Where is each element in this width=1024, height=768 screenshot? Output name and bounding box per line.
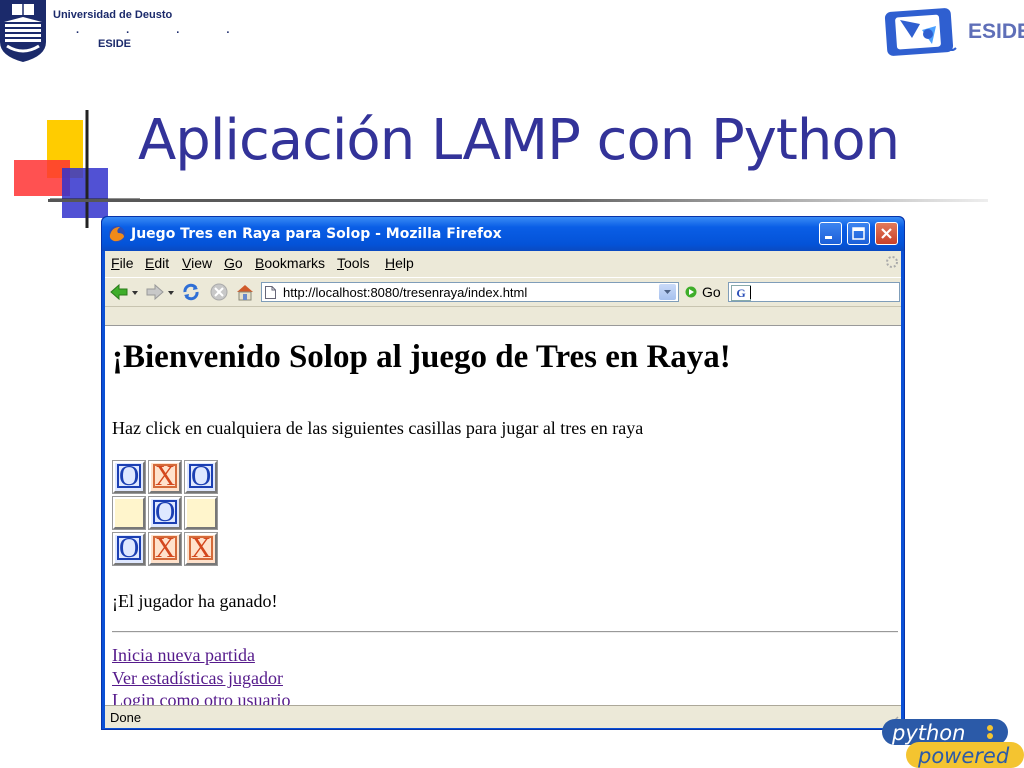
board-cell-3-1[interactable]: O bbox=[113, 533, 145, 565]
university-shield-logo bbox=[0, 0, 46, 62]
login-other-user-link[interactable]: Login como otro usuario bbox=[112, 690, 290, 706]
page-content: ¡Bienvenido Solop al juego de Tres en Ra… bbox=[105, 325, 901, 706]
browser-chrome: File Edit View Go Bookmarks Tools Help h… bbox=[105, 251, 901, 728]
url-bar[interactable]: http://localhost:8080/tresenraya/index.h… bbox=[261, 282, 679, 302]
menu-file[interactable]: File bbox=[111, 255, 134, 271]
page-heading: ¡Bienvenido Solop al juego de Tres en Ra… bbox=[112, 339, 731, 375]
board-cell-2-2[interactable]: O bbox=[149, 497, 181, 529]
reload-icon[interactable] bbox=[181, 283, 201, 301]
menu-help[interactable]: Help bbox=[385, 255, 414, 271]
status-bar: Done bbox=[105, 705, 901, 729]
menu-edit[interactable]: Edit bbox=[145, 255, 169, 271]
window-title: Juego Tres en Raya para Solop - Mozilla … bbox=[131, 226, 502, 242]
back-arrow-icon[interactable] bbox=[109, 283, 129, 301]
forward-arrow-icon[interactable] bbox=[145, 283, 165, 301]
new-game-link[interactable]: Inicia nueva partida bbox=[112, 645, 255, 666]
home-icon[interactable] bbox=[235, 283, 255, 301]
board-cell-1-2[interactable]: X bbox=[149, 461, 181, 493]
text-caret bbox=[750, 286, 751, 299]
url-text: http://localhost:8080/tresenraya/index.h… bbox=[283, 285, 528, 300]
firefox-window: Juego Tres en Raya para Solop - Mozilla … bbox=[101, 216, 905, 730]
google-search-icon[interactable]: G bbox=[731, 285, 751, 301]
content-divider bbox=[112, 631, 898, 633]
search-input[interactable]: G bbox=[728, 282, 900, 302]
board-cell-3-2[interactable]: X bbox=[149, 533, 181, 565]
board-cell-2-1[interactable] bbox=[113, 497, 145, 529]
powered-logo-word: powered bbox=[917, 744, 1010, 768]
university-dots: . . . . bbox=[76, 24, 252, 36]
stop-icon[interactable] bbox=[209, 283, 229, 301]
forward-dropdown-icon[interactable] bbox=[167, 283, 175, 301]
player-stats-link[interactable]: Ver estadísticas jugador bbox=[112, 668, 283, 689]
url-dropdown-button[interactable] bbox=[659, 284, 676, 300]
python-powered-logo: python powered bbox=[882, 719, 1024, 768]
board-cell-3-3[interactable]: X bbox=[185, 533, 217, 565]
window-titlebar[interactable]: Juego Tres en Raya para Solop - Mozilla … bbox=[102, 217, 904, 251]
menu-tools[interactable]: Tools bbox=[337, 255, 370, 271]
maximize-button[interactable] bbox=[847, 222, 870, 245]
semana-eside-label: ESIDE bbox=[968, 20, 1024, 43]
throbber-icon bbox=[886, 256, 898, 268]
navigation-toolbar: http://localhost:8080/tresenraya/index.h… bbox=[105, 277, 901, 306]
menu-bookmarks[interactable]: Bookmarks bbox=[255, 255, 325, 271]
game-result-message: ¡El jugador ha ganado! bbox=[112, 591, 278, 611]
firefox-icon bbox=[109, 226, 125, 242]
go-arrow-icon[interactable] bbox=[685, 286, 697, 298]
title-underline bbox=[48, 199, 988, 202]
status-text: Done bbox=[110, 710, 142, 725]
board-cell-1-3[interactable]: O bbox=[185, 461, 217, 493]
menu-bar: File Edit View Go Bookmarks Tools Help bbox=[105, 251, 901, 275]
university-name: Universidad de Deusto bbox=[53, 9, 173, 21]
bookmarks-toolbar bbox=[105, 306, 901, 325]
back-dropdown-icon[interactable] bbox=[131, 283, 139, 301]
minimize-button[interactable] bbox=[819, 222, 842, 245]
board-cell-1-1[interactable]: O bbox=[113, 461, 145, 493]
board-cell-2-3[interactable] bbox=[185, 497, 217, 529]
university-school: ESIDE bbox=[98, 38, 132, 50]
slide-title: Aplicación LAMP con Python bbox=[138, 108, 900, 173]
close-button[interactable] bbox=[875, 222, 898, 245]
title-decoration bbox=[14, 110, 140, 228]
page-intro-text: Haz click en cualquiera de las siguiente… bbox=[112, 418, 644, 438]
python-logo-word: python bbox=[891, 721, 965, 745]
page-icon bbox=[265, 286, 276, 299]
go-button-label[interactable]: Go bbox=[702, 284, 721, 300]
menu-view[interactable]: View bbox=[182, 255, 212, 271]
menu-go[interactable]: Go bbox=[224, 255, 243, 271]
